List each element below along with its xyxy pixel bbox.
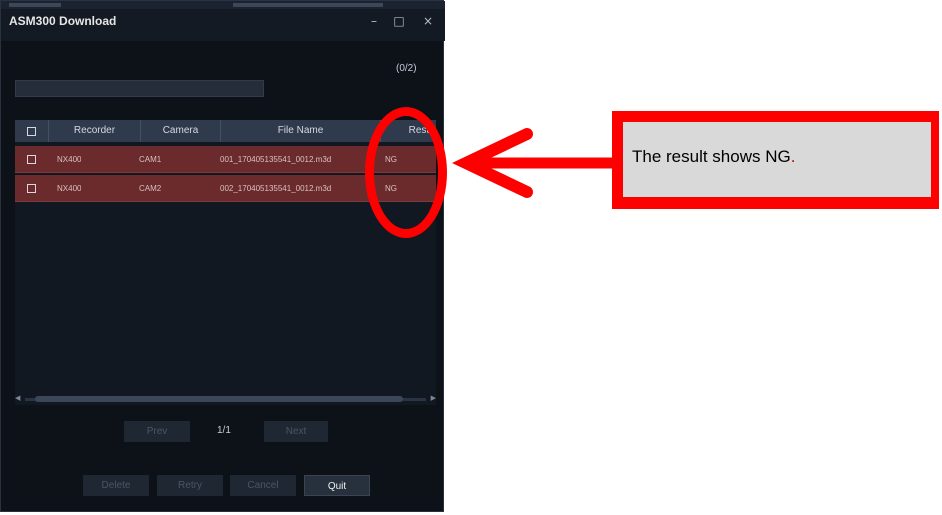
- callout-text: The result shows NG.: [632, 147, 795, 167]
- callout-message: The result shows NG: [632, 147, 791, 166]
- callout-arrow: [452, 128, 612, 198]
- callout-period: .: [790, 147, 796, 166]
- callout-inner: The result shows NG.: [623, 122, 931, 197]
- callout-box: The result shows NG.: [612, 111, 939, 209]
